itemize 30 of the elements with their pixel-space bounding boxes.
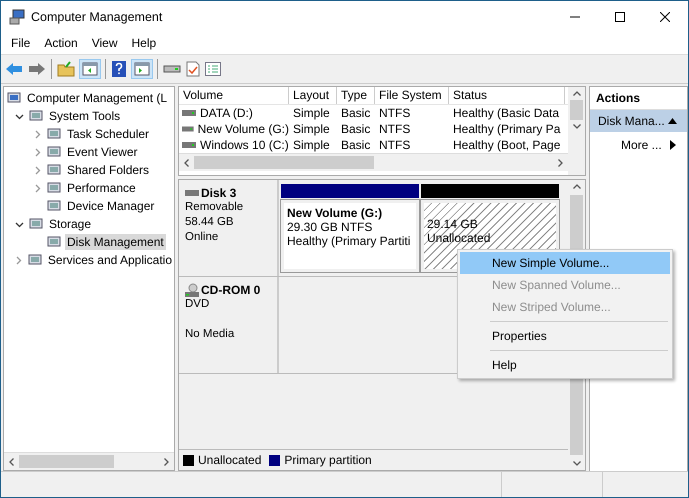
partition-detail: Healthy (Primary Partiti xyxy=(287,234,412,248)
table-cell: Simple xyxy=(293,121,330,137)
table-cell: NTFS xyxy=(379,105,410,121)
partition-detail: 29.30 GB NTFS xyxy=(287,220,374,234)
table-cell: Simple xyxy=(293,105,330,121)
table-cell: Healthy (Primary Pa xyxy=(453,121,560,137)
table-cell: NTFS xyxy=(379,121,410,137)
legend-label: Primary partition xyxy=(284,453,372,467)
window-title: Computer Management xyxy=(31,10,162,24)
table-cell: Simple xyxy=(293,137,330,153)
disk-detail: 58.44 GB xyxy=(185,215,235,230)
disk-detail: Online xyxy=(185,230,220,245)
legend-label: Unallocated xyxy=(198,453,262,467)
table-cell: Healthy (Basic Data xyxy=(453,105,560,121)
disk-name: CD-ROM 0 xyxy=(201,283,260,297)
table-cell: Basic xyxy=(341,105,370,121)
table-cell: NTFS xyxy=(379,137,410,153)
disk-detail: DVD xyxy=(185,297,210,312)
table-cell: DATA (D:) xyxy=(200,105,253,121)
table-cell: New Volume (G:) xyxy=(198,121,289,137)
table-cell: Basic xyxy=(341,137,370,153)
table-cell: Windows 10 (C:) xyxy=(200,137,289,153)
partition-name: New Volume (G:) xyxy=(287,206,384,220)
disk-detail: Removable xyxy=(185,200,244,215)
table-cell: Healthy (Boot, Page xyxy=(453,137,560,153)
disk-detail: No Media xyxy=(185,327,236,342)
disk-name: Disk 3 xyxy=(201,186,236,200)
partition-detail: Unallocated xyxy=(427,231,492,245)
partition-detail: 29.14 GB xyxy=(427,217,479,231)
table-cell: Basic xyxy=(341,121,370,137)
